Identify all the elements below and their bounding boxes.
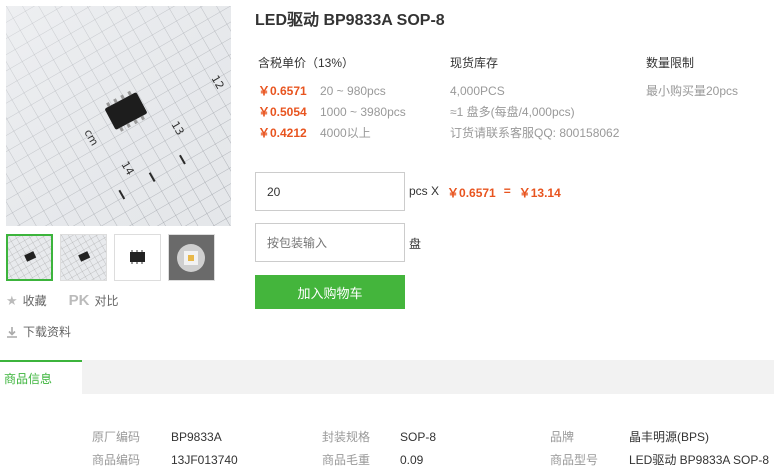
limit-header: 数量限制 — [646, 56, 695, 70]
product-actions: ★ 收藏 PK 对比 下载资料 — [6, 292, 119, 340]
spec-key: 原厂编码 — [92, 430, 141, 444]
pricing-column: 含税单价（13%） ￥0.6571 20 ~ 980pcs ￥0.5054 10… — [258, 54, 406, 143]
spec-item: 品牌 晶丰明源(BPS) — [550, 428, 709, 445]
spec-key: 商品毛重 — [322, 453, 371, 466]
spec-key: 商品编码 — [92, 453, 141, 466]
spec-value: SOP-8 — [400, 430, 437, 444]
tab-product-info[interactable]: 商品信息 — [0, 360, 82, 394]
star-icon: ★ — [6, 292, 18, 308]
pack-quantity-input[interactable] — [255, 223, 405, 262]
product-title: LED驱动 BP9833A SOP-8 — [255, 12, 445, 29]
pack-unit-label: 盘 — [409, 237, 422, 251]
stock-column: 现货库存 4,000PCS ≈1 盘多(每盘/4,000pcs) 订货请联系客服… — [450, 54, 619, 143]
price-calculation: pcs X ￥0.6571 = ￥13.14 — [409, 184, 561, 201]
tier-range: 20 ~ 980pcs — [320, 83, 386, 98]
spec-item: 商品编码 13JF013740 — [92, 451, 238, 466]
tab-bar — [0, 360, 774, 394]
add-to-cart-button[interactable]: 加入购物车 — [255, 275, 405, 309]
thumbnail-1[interactable] — [6, 234, 53, 281]
stock-quantity: 4,000PCS — [450, 83, 505, 98]
compare-button[interactable]: PK 对比 — [69, 292, 119, 309]
price-tier: ￥0.4212 4000以上 — [258, 122, 406, 143]
spec-key: 商品型号 — [550, 453, 599, 466]
spec-value: LED驱动 BP9833A SOP-8 — [629, 453, 770, 466]
favorite-button[interactable]: ★ 收藏 — [6, 292, 47, 309]
tier-price: ￥0.4212 — [258, 126, 307, 140]
thumbnail-strip — [6, 234, 215, 281]
spec-item: 商品型号 LED驱动 BP9833A SOP-8 — [550, 451, 769, 466]
thumbnail-2[interactable] — [60, 234, 107, 281]
stock-contact: 订货请联系客服QQ: 800158062 — [450, 126, 620, 140]
price-tier: ￥0.5054 1000 ~ 3980pcs — [258, 101, 406, 122]
spec-value: 13JF013740 — [171, 453, 238, 466]
spec-value: 晶丰明源(BPS) — [629, 430, 710, 444]
stock-reels: ≈1 盘多(每盘/4,000pcs) — [450, 105, 575, 119]
unit-label: pcs X — [409, 184, 440, 198]
spec-key: 品牌 — [550, 430, 575, 444]
tier-price: ￥0.5054 — [258, 105, 307, 119]
thumbnail-4[interactable] — [168, 234, 215, 281]
limit-text: 最小购买量20pcs — [646, 84, 739, 98]
pricing-header: 含税单价（13%） — [258, 56, 355, 70]
spec-value: BP9833A — [171, 430, 222, 444]
tier-range: 4000以上 — [320, 126, 371, 140]
tier-range: 1000 ~ 3980pcs — [320, 104, 406, 119]
spec-item: 原厂编码 BP9833A — [92, 428, 222, 445]
spec-item: 封装规格 SOP-8 — [322, 428, 436, 445]
limit-column: 数量限制 最小购买量20pcs — [646, 54, 738, 101]
pk-icon: PK — [68, 292, 90, 309]
spec-item: 商品毛重 0.09 — [322, 451, 423, 466]
download-icon — [7, 326, 17, 338]
thumbnail-3[interactable] — [114, 234, 161, 281]
equals-sign: = — [503, 184, 511, 198]
download-button[interactable]: 下载资料 — [6, 323, 119, 340]
unit-price: ￥0.6571 — [447, 186, 496, 200]
total-price: ￥13.14 — [518, 186, 561, 200]
product-main-image[interactable]: cm 14 13 12 — [6, 6, 231, 226]
price-tier: ￥0.6571 20 ~ 980pcs — [258, 80, 406, 101]
spec-value: 0.09 — [400, 453, 424, 466]
stock-header: 现货库存 — [450, 56, 499, 70]
spec-key: 封装规格 — [322, 430, 371, 444]
quantity-input[interactable] — [255, 172, 405, 211]
tier-price: ￥0.6571 — [258, 84, 307, 98]
